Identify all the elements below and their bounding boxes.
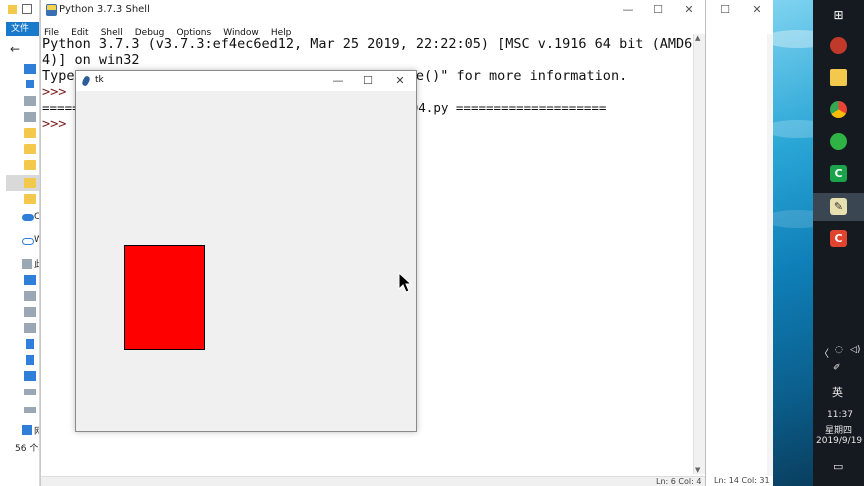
file-explorer-window: 文件 ← C W 此 网 56 个项	[0, 0, 40, 486]
folder-icon[interactable]	[24, 128, 36, 138]
shell-titlebar[interactable]: Python 3.7.3 Shell — ☐ ✕	[41, 0, 706, 20]
3d-objects-icon[interactable]	[24, 275, 36, 285]
idle-icon[interactable]: ✎	[830, 198, 847, 215]
shell-prompt: >>>	[42, 84, 67, 100]
drive-icon[interactable]	[24, 389, 36, 395]
shell-prompt: >>>	[42, 116, 67, 132]
file-explorer-icon[interactable]	[830, 69, 847, 86]
document-icon[interactable]	[24, 96, 36, 106]
cursor-position: Ln: 14 Col: 31	[714, 476, 770, 485]
this-pc-icon[interactable]	[22, 259, 32, 269]
network-icon[interactable]	[22, 425, 32, 435]
volume-icon[interactable]: ◁)	[850, 345, 860, 355]
menu-bar: File Edit Shell Debug Options Window Hel…	[41, 20, 706, 38]
tk-window: tk — ☐ ✕	[75, 70, 417, 432]
picture-icon[interactable]	[24, 112, 36, 122]
minimize-button[interactable]: —	[613, 1, 643, 19]
camtasia-icon[interactable]: C	[830, 165, 847, 182]
notification-icon[interactable]: ▭	[833, 460, 843, 473]
folder-icon[interactable]	[24, 144, 36, 154]
document-icon[interactable]	[24, 323, 36, 333]
tk-titlebar[interactable]: tk — ☐ ✕	[76, 71, 416, 91]
python-logo-icon	[46, 4, 57, 16]
explorer-titlebar	[0, 0, 39, 20]
tk-window-title: tk	[95, 75, 104, 85]
tk-canvas[interactable]	[76, 91, 416, 431]
download-icon[interactable]	[26, 80, 34, 88]
clock-time[interactable]: 11:37	[827, 410, 853, 420]
close-button[interactable]: ✕	[744, 1, 770, 19]
status-bar: Ln: 6 Col: 4	[41, 476, 706, 486]
desktop-icon[interactable]	[24, 371, 36, 381]
music-icon[interactable]	[26, 355, 34, 365]
desktop-wallpaper	[773, 0, 813, 486]
tray-chevron-icon[interactable]: 〈	[819, 345, 829, 360]
scroll-down-icon[interactable]: ▼	[695, 466, 700, 474]
red-rectangle	[124, 245, 205, 350]
mouse-cursor-icon	[398, 272, 413, 293]
clock-weekday[interactable]: 星期四	[825, 423, 852, 436]
app-icon[interactable]	[830, 37, 847, 54]
drive-icon[interactable]	[24, 407, 36, 413]
banner-line: 4)] on win32	[42, 52, 140, 68]
feather-icon	[81, 75, 91, 87]
quick-access-icon[interactable]	[24, 64, 36, 74]
start-windows-icon[interactable]: ⊞	[830, 7, 847, 24]
network-icon[interactable]: ◌	[835, 345, 843, 355]
folder-icon[interactable]	[24, 178, 36, 188]
taskbar: ⊞ C ✎ C 〈 ◌ ◁) ✐ 英 11:37 星期四 2019/9/19 ▭	[813, 0, 864, 486]
app-c-icon[interactable]: C	[830, 230, 847, 247]
editor-pane[interactable]	[706, 34, 768, 476]
scroll-up-icon[interactable]: ▲	[695, 34, 700, 42]
minimize-button[interactable]: —	[324, 72, 352, 90]
banner-line: Python 3.7.3 (v3.7.3:ef4ec6ed12, Mar 25 …	[42, 36, 692, 52]
input-method-indicator[interactable]: 英	[832, 384, 843, 400]
wechat-icon[interactable]	[830, 133, 847, 150]
close-button[interactable]: ✕	[386, 72, 414, 90]
maximize-button[interactable]: ☐	[643, 1, 673, 19]
pen-icon[interactable]: ✐	[833, 363, 841, 373]
picture-icon[interactable]	[24, 307, 36, 317]
blank-editor-window: ☐ ✕ Ln: 14 Col: 31	[705, 0, 773, 486]
maximize-button[interactable]: ☐	[712, 1, 738, 19]
back-arrow-icon[interactable]: ←	[10, 42, 20, 56]
wave-decoration	[773, 210, 813, 228]
checkbox-icon[interactable]	[22, 4, 32, 14]
cloud-icon[interactable]	[22, 238, 34, 245]
folder-icon[interactable]	[24, 194, 36, 204]
close-button[interactable]: ✕	[674, 1, 704, 19]
cursor-position: Ln: 6 Col: 4	[656, 477, 702, 486]
folder-icon[interactable]	[24, 160, 36, 170]
ribbon-tab-file[interactable]: 文件	[6, 22, 39, 36]
clock-date[interactable]: 2019/9/19	[816, 436, 862, 446]
window-title: Python 3.7.3 Shell	[59, 4, 150, 15]
folder-icon	[8, 5, 17, 14]
video-icon[interactable]	[24, 291, 36, 301]
chrome-icon[interactable]	[830, 101, 847, 118]
onedrive-icon[interactable]	[22, 214, 34, 221]
maximize-button[interactable]: ☐	[354, 72, 382, 90]
wave-decoration	[773, 120, 813, 138]
item-count: 56 个项	[15, 444, 39, 454]
vertical-scrollbar[interactable]: ▲ ▼	[693, 34, 705, 474]
download-icon[interactable]	[26, 339, 34, 349]
wave-decoration	[773, 30, 813, 48]
